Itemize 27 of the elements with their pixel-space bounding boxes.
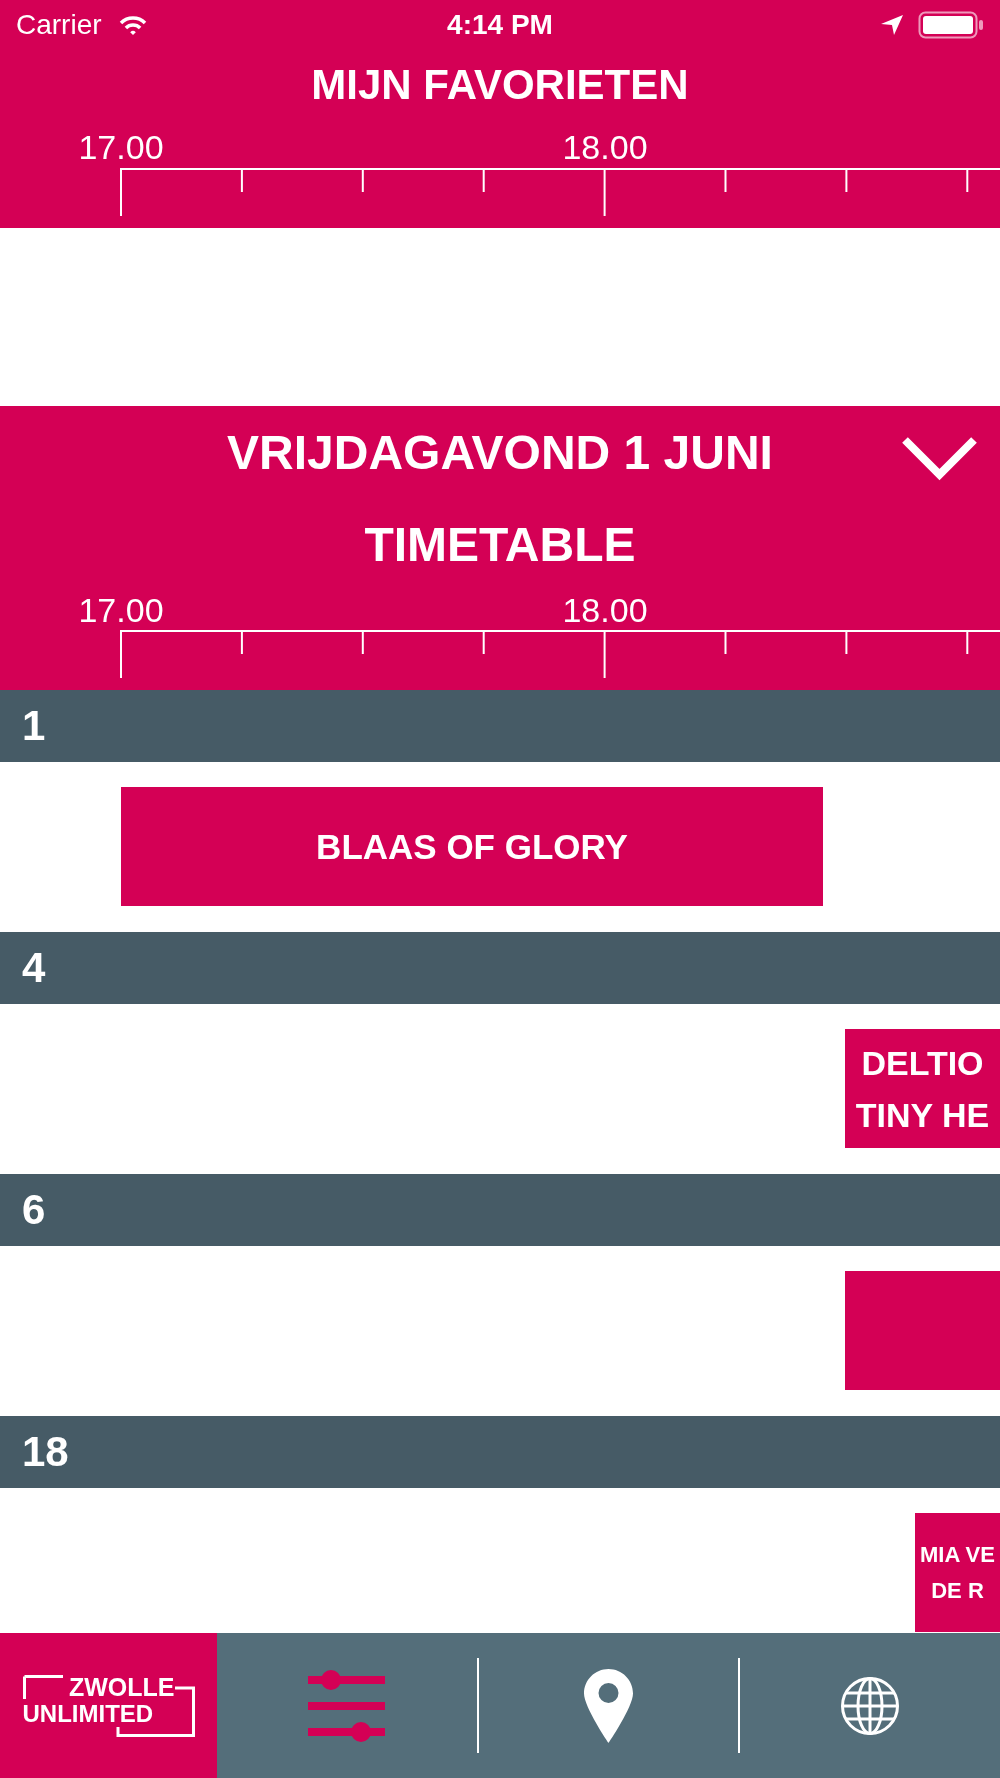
battery-icon	[918, 11, 984, 39]
timetable-title: TIMETABLE	[364, 521, 636, 569]
carrier-name: Carrier	[16, 11, 102, 39]
day-picker-button[interactable]	[901, 435, 978, 481]
stage-number: 1	[22, 705, 46, 747]
event-title: DELTIO TINY HE	[855, 1042, 990, 1136]
day-title: VRIJDAGAVOND 1 JUNI	[227, 429, 773, 477]
time-label: 18.00	[561, 130, 649, 164]
stage-number: 18	[22, 1431, 69, 1473]
time-label: 18.00	[561, 593, 649, 627]
event-title: BLAAS OF GLORY	[316, 826, 628, 867]
event-title: MIA VE DE R	[920, 1540, 995, 1605]
stage-number: 4	[22, 947, 46, 989]
event-card[interactable]: DELTIO TINY HE	[845, 1029, 1000, 1148]
time-label: 17.00	[77, 130, 165, 164]
location-pin-icon	[584, 1668, 633, 1743]
event-card[interactable]: BLAAS OF GLORY	[121, 787, 823, 906]
stage-number: 6	[22, 1189, 46, 1231]
clock: 4:14 PM	[447, 11, 553, 39]
time-label: 17.00	[77, 593, 165, 627]
globe-icon	[841, 1676, 900, 1735]
sliders-icon	[308, 1669, 386, 1742]
chevron-down-icon	[901, 435, 978, 481]
logo-button[interactable]: ZWOLLE UNLIMITED	[0, 1633, 217, 1778]
event-card[interactable]: MIA VE DE R	[915, 1513, 1000, 1632]
location-arrow-icon	[881, 15, 904, 35]
favorites-title: MIJN FAVORIETEN	[311, 64, 689, 106]
